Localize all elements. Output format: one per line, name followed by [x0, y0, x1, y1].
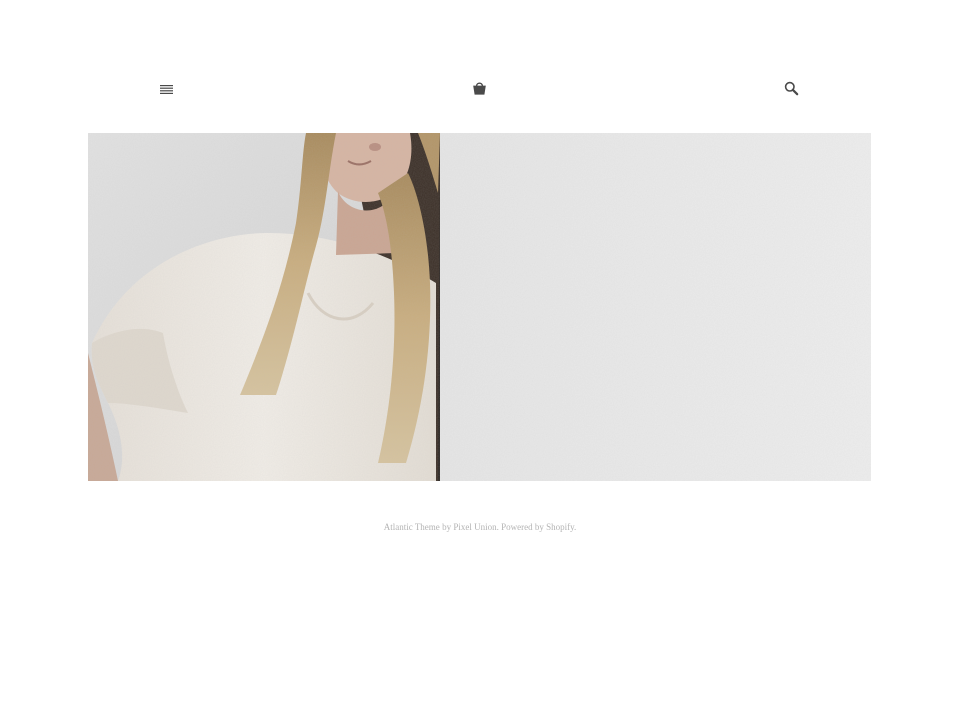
platform-link[interactable]: Shopify [546, 522, 574, 532]
site-header [0, 0, 960, 133]
woman-in-white-tshirt-photo [88, 133, 871, 481]
site-footer: Atlantic Theme by Pixel Union. Powered b… [0, 520, 960, 534]
shopping-bag-icon[interactable] [472, 80, 487, 96]
by-text: by [442, 522, 452, 532]
theme-link[interactable]: Atlantic Theme [384, 522, 440, 532]
powered-by-text: Powered by [501, 522, 544, 532]
author-link[interactable]: Pixel Union [453, 522, 496, 532]
hamburger-menu-icon[interactable] [160, 83, 174, 95]
hero-image [88, 133, 871, 481]
search-icon[interactable] [784, 81, 799, 96]
period-end: . [574, 522, 577, 532]
